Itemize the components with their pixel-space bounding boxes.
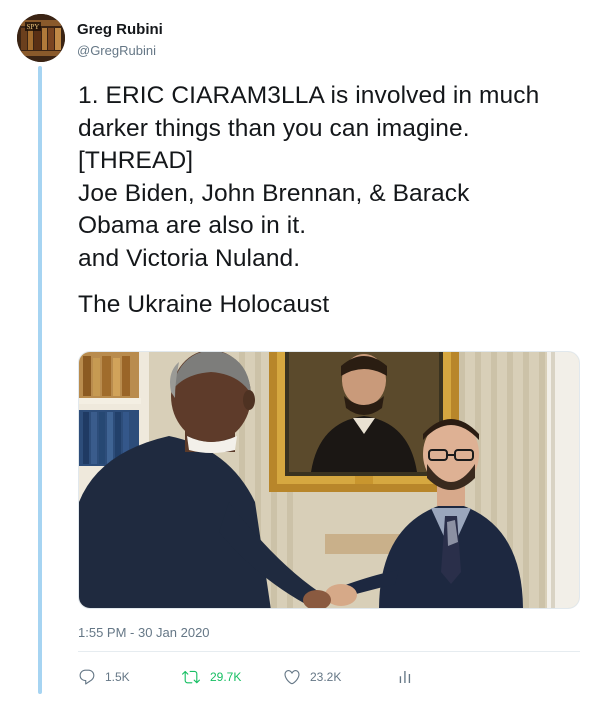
photo-illustration (79, 352, 579, 608)
retweet-button[interactable]: 29.7K (181, 666, 241, 688)
reply-button[interactable]: 1.5K (78, 666, 130, 688)
retweet-count: 29.7K (210, 670, 242, 684)
thread-connector-line (38, 66, 42, 694)
analytics-icon (399, 671, 411, 683)
avatar[interactable]: SPY (17, 14, 65, 62)
like-icon (284, 670, 300, 685)
like-button[interactable]: 23.2K (283, 666, 341, 688)
author-handle[interactable]: @GregRubini (77, 42, 163, 60)
avatar-logo-text: SPY (27, 23, 40, 31)
reply-count: 1.5K (105, 670, 130, 684)
tweet-actions-bar: 1.5K 29.7K 23.2K (78, 666, 438, 688)
tweet-timestamp[interactable]: 1:55 PM - 30 Jan 2020 (78, 625, 210, 640)
actions-divider (78, 651, 580, 652)
author-display-name[interactable]: Greg Rubini (77, 20, 163, 40)
tweet-text-line: Obama are also in it. (78, 212, 307, 239)
tweet-text: 1. ERIC CIARAM3LLA is involved in much d… (78, 80, 578, 322)
reply-icon (79, 669, 95, 685)
tweet-media-photo[interactable] (78, 351, 580, 609)
tweet-text-line: darker things than you can imagine. (78, 114, 470, 142)
tweet-text-line: 1. ERIC CIARAM3LLA is involved in much (78, 82, 540, 109)
like-count: 23.2K (310, 670, 342, 684)
tweet-text-line: [THREAD] (78, 147, 194, 174)
retweet-icon (182, 670, 200, 684)
author-block[interactable]: Greg Rubini @GregRubini (77, 20, 163, 60)
tweet-text-line: and Victoria Nuland. (78, 244, 301, 272)
tweet-text-closing: The Ukraine Holocaust (78, 291, 330, 318)
avatar-image: SPY (17, 14, 65, 62)
tweet-text-line: Joe Biden, John Brennan, & Barack (78, 179, 470, 207)
analytics-button[interactable] (396, 666, 414, 688)
